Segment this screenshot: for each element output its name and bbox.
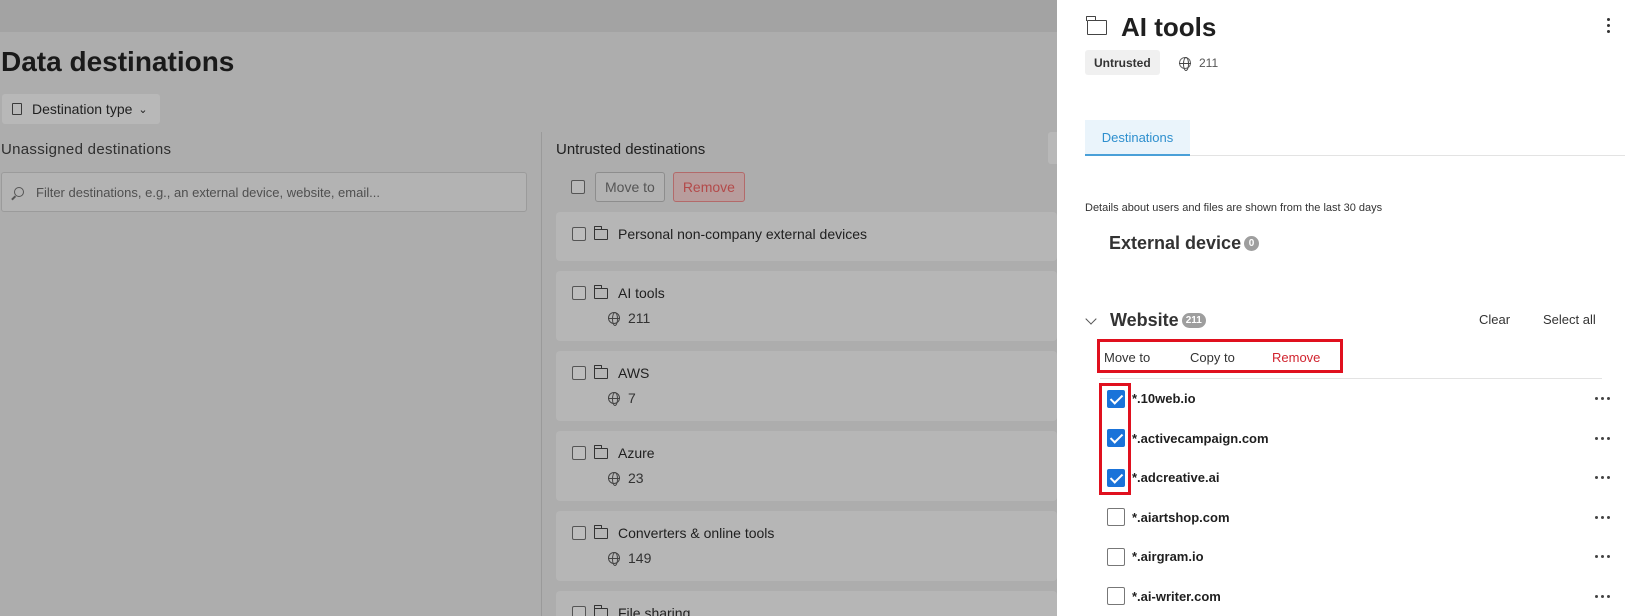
move-to-button[interactable]: Move to <box>595 172 665 202</box>
site-domain: *.ai-writer.com <box>1132 588 1221 604</box>
copy-to-action[interactable]: Copy to <box>1190 350 1235 365</box>
group-name: AWS <box>618 365 650 381</box>
section-website[interactable]: Website 211 <box>1085 310 1206 331</box>
group-count: 149 <box>628 550 652 566</box>
group-count: 23 <box>628 470 644 486</box>
checkbox-highlight <box>1099 383 1131 495</box>
select-all-checkbox[interactable] <box>571 180 585 194</box>
group-name: AI tools <box>618 285 665 301</box>
section-label: Website <box>1110 310 1179 330</box>
column-divider <box>541 132 542 616</box>
group-name: Converters & online tools <box>618 525 775 541</box>
destination-type-label: Destination type <box>32 101 133 117</box>
site-count: 211 <box>1179 56 1219 71</box>
search-box[interactable] <box>1 172 527 212</box>
site-domain: *.aiartshop.com <box>1132 509 1230 525</box>
chevron-down-icon: ⌄ <box>138 103 148 116</box>
globe-icon <box>608 472 620 486</box>
list-item[interactable]: *.airgram.io <box>1102 537 1612 577</box>
site-domain: *.airgram.io <box>1132 549 1204 565</box>
site-count-value: 211 <box>1199 56 1219 70</box>
group-card[interactable]: Azure 23 <box>556 431 1057 501</box>
group-card[interactable]: AI tools 211 <box>556 271 1057 341</box>
drawer-title: AI tools <box>1086 12 1217 43</box>
list-item[interactable]: *.ai-writer.com <box>1102 577 1612 616</box>
site-domain: *.10web.io <box>1132 391 1196 407</box>
section-external-device: External device 0 <box>1109 233 1260 254</box>
folder-icon <box>593 604 608 616</box>
site-checkbox[interactable] <box>1107 587 1125 606</box>
bulk-actions-highlight: Move to Copy to Remove <box>1097 339 1343 373</box>
group-card[interactable]: AWS 7 <box>556 351 1057 421</box>
site-list: *.10web.io *.activecampaign.com *.adcrea… <box>1102 379 1612 616</box>
group-list: Personal non-company external devices AI… <box>556 212 1057 616</box>
tab-bar: Destinations <box>1085 120 1625 156</box>
status-badge: Untrusted <box>1085 50 1160 75</box>
folder-icon <box>593 364 608 379</box>
chevron-down-icon[interactable] <box>1085 312 1097 325</box>
globe-icon <box>608 312 620 326</box>
list-item[interactable]: *.activecampaign.com <box>1102 419 1612 459</box>
more-options-icon[interactable] <box>1607 18 1611 36</box>
background-control-stub <box>1048 132 1057 164</box>
group-checkbox[interactable] <box>572 526 586 540</box>
group-count: 211 <box>628 310 651 326</box>
folder-icon <box>593 444 608 459</box>
count-badge: 211 <box>1181 313 1206 328</box>
folder-icon <box>593 524 608 539</box>
destination-type-filter[interactable]: Destination type ⌄ <box>2 94 160 124</box>
group-card[interactable]: File sharing <box>556 591 1057 616</box>
globe-icon <box>608 552 620 566</box>
more-options-icon[interactable] <box>1595 515 1613 519</box>
group-name: Azure <box>618 445 655 461</box>
remove-button[interactable]: Remove <box>672 172 745 202</box>
more-options-icon[interactable] <box>1595 436 1613 440</box>
more-options-icon[interactable] <box>1595 594 1613 598</box>
remove-action[interactable]: Remove <box>1272 350 1320 365</box>
group-checkbox[interactable] <box>572 446 586 460</box>
group-card[interactable]: Converters & online tools 149 <box>556 511 1057 581</box>
more-options-icon[interactable] <box>1595 476 1613 479</box>
group-count: 7 <box>628 390 636 406</box>
search-icon <box>14 187 24 197</box>
details-note: Details about users and files are shown … <box>1085 202 1383 214</box>
filter-type-icon <box>12 103 22 115</box>
move-to-action[interactable]: Move to <box>1104 350 1150 365</box>
folder-icon <box>593 225 608 240</box>
more-options-icon[interactable] <box>1595 397 1613 400</box>
list-item[interactable]: *.adcreative.ai <box>1102 458 1612 498</box>
site-domain: *.adcreative.ai <box>1132 470 1220 486</box>
details-drawer: AI tools Untrusted 211 Destinations Deta… <box>1057 0 1625 616</box>
group-checkbox[interactable] <box>572 286 586 300</box>
group-name: File sharing <box>618 605 691 616</box>
globe-icon <box>608 392 620 406</box>
section-label: External device <box>1109 233 1242 253</box>
more-options-icon[interactable] <box>1595 555 1613 558</box>
search-input[interactable] <box>36 184 496 200</box>
folder-icon <box>1086 16 1107 35</box>
group-checkbox[interactable] <box>572 227 586 241</box>
site-checkbox[interactable] <box>1107 547 1125 566</box>
unassigned-heading: Unassigned destinations <box>1 141 172 158</box>
clear-button[interactable]: Clear <box>1479 312 1510 327</box>
background-page: Data destinations Destination type ⌄ Una… <box>0 0 1057 616</box>
site-domain: *.activecampaign.com <box>1132 430 1269 446</box>
group-checkbox[interactable] <box>572 606 586 616</box>
group-card[interactable]: Personal non-company external devices <box>556 212 1057 261</box>
globe-icon <box>1179 57 1191 71</box>
site-checkbox[interactable] <box>1107 508 1125 527</box>
untrusted-heading: Untrusted destinations <box>556 141 706 158</box>
select-all-button[interactable]: Select all <box>1543 312 1596 327</box>
group-name: Personal non-company external devices <box>618 226 868 242</box>
count-badge: 0 <box>1244 236 1260 251</box>
folder-icon <box>593 284 608 299</box>
list-item[interactable]: *.aiartshop.com <box>1102 498 1612 538</box>
group-checkbox[interactable] <box>572 366 586 380</box>
untrusted-actions: Move to Remove <box>571 172 753 202</box>
top-bar <box>0 0 1057 32</box>
drawer-title-text: AI tools <box>1121 12 1217 42</box>
page-title: Data destinations <box>1 46 235 77</box>
tab-destinations[interactable]: Destinations <box>1085 120 1190 156</box>
list-item[interactable]: *.10web.io <box>1102 379 1612 419</box>
